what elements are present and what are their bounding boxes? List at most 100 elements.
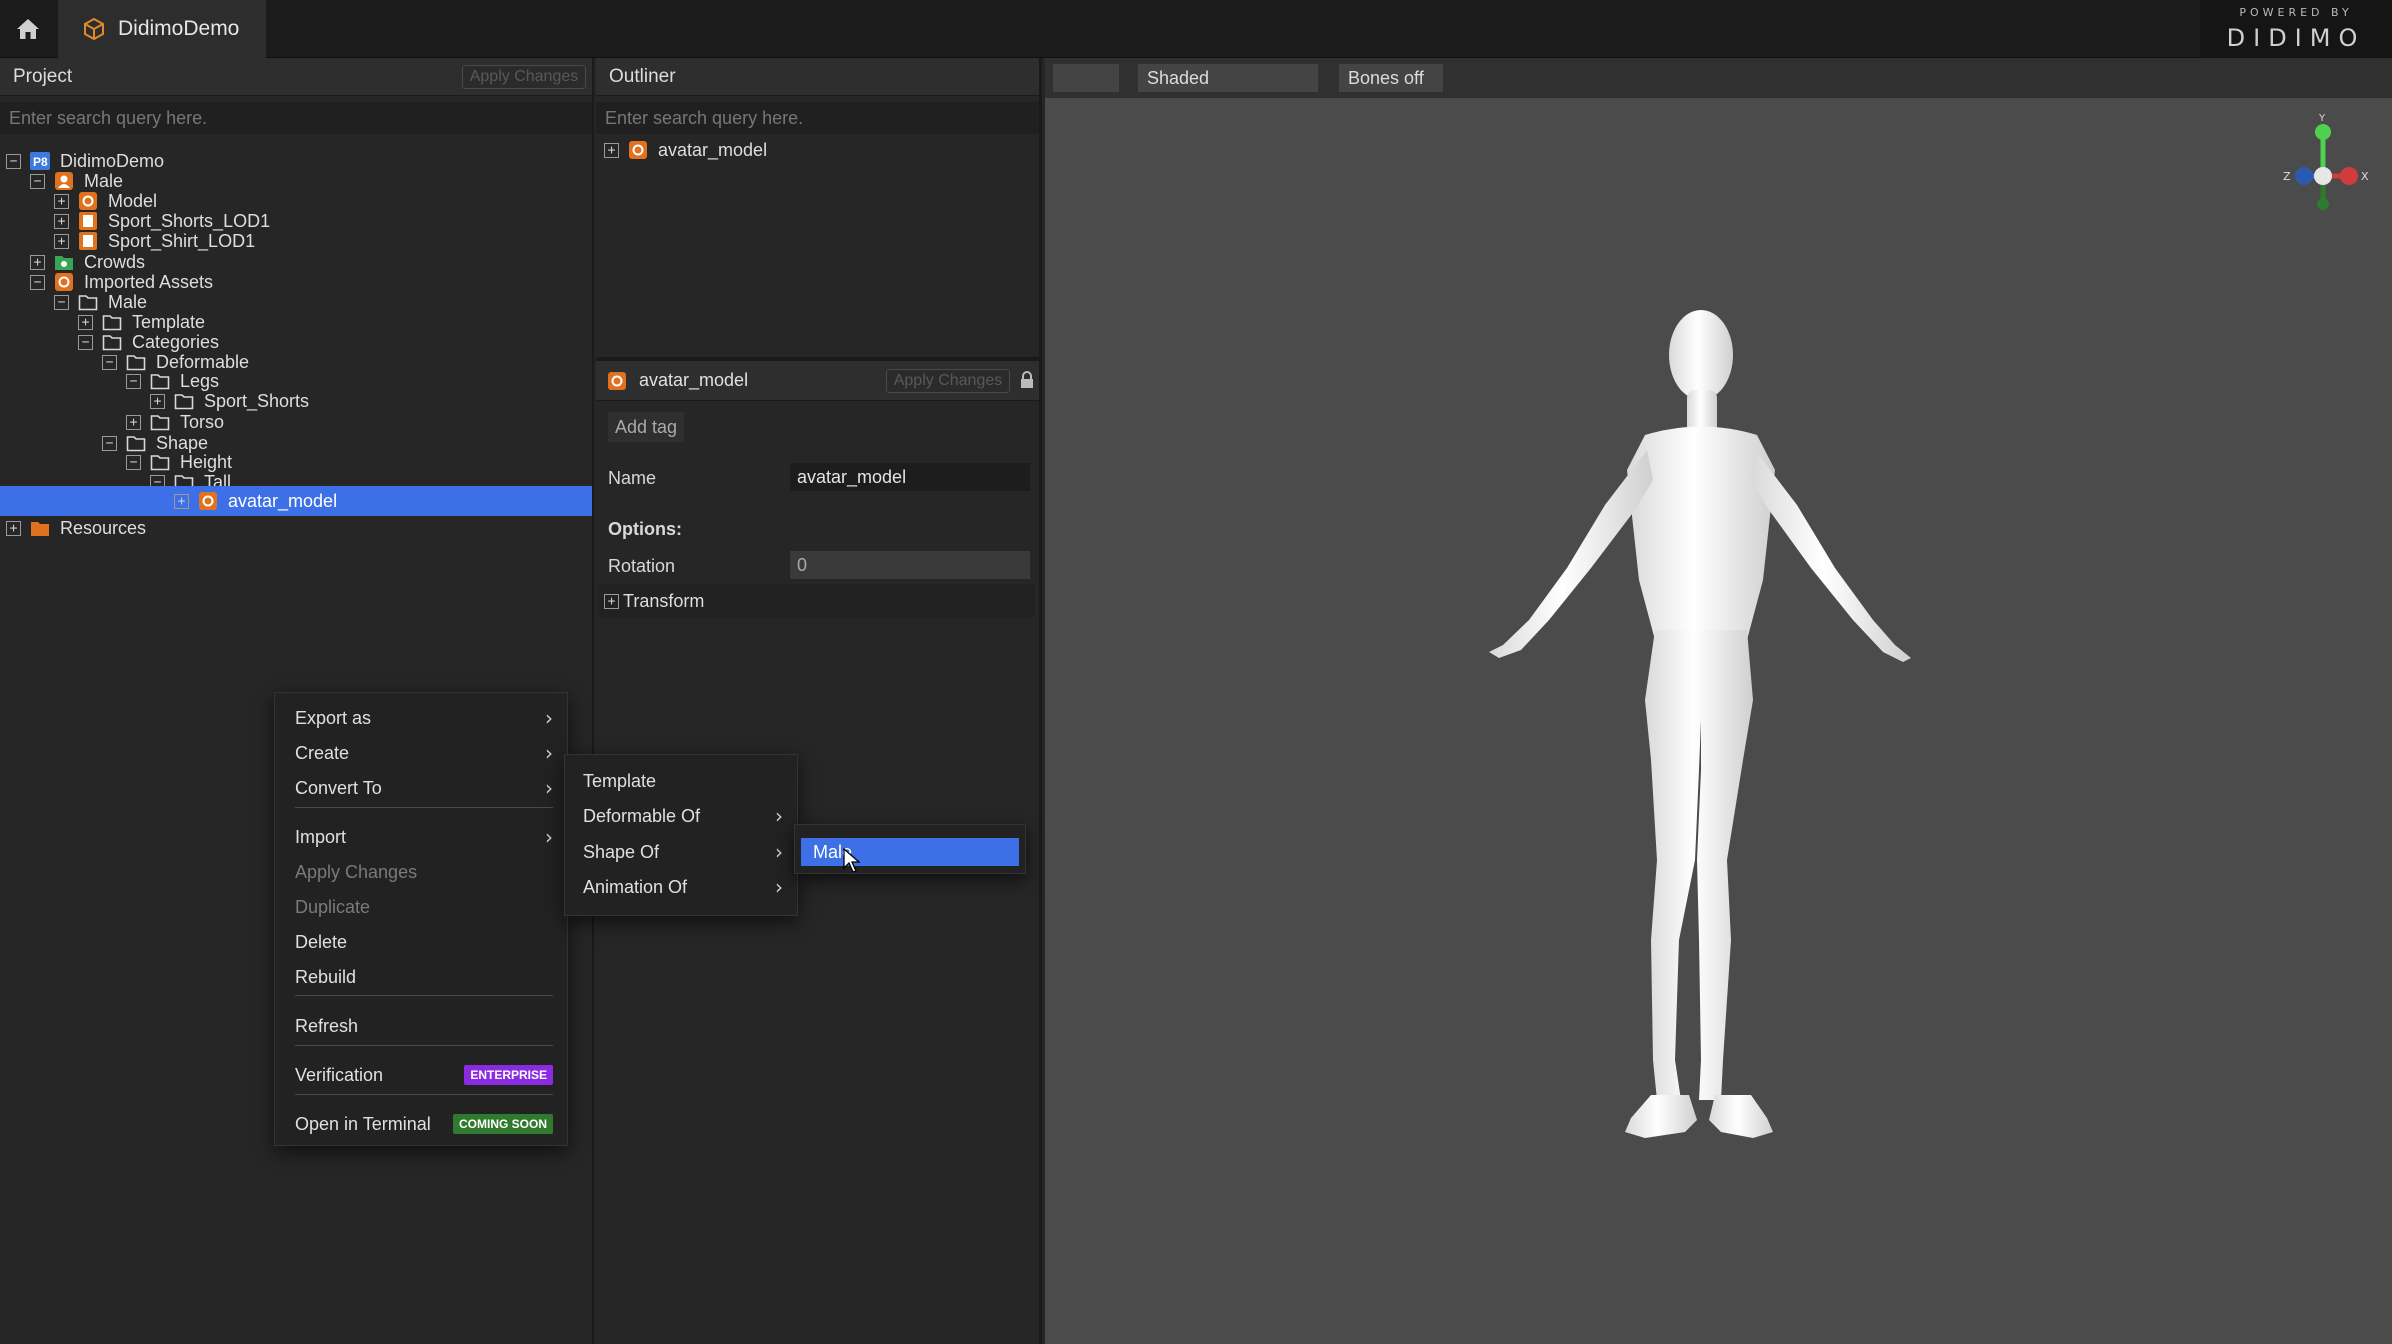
menu-item-apply-changes: Apply Changes [275,855,567,889]
submenu-item-animation-of[interactable]: Animation Of › [565,870,797,904]
outliner-title: Outliner [609,65,676,87]
menu-separator [295,1094,553,1095]
name-label: Name [608,468,657,488]
menu-item-duplicate: Duplicate [275,890,567,924]
status-badge: ENTERPRISE [464,1065,553,1085]
menu-item-refresh[interactable]: Refresh [275,1009,567,1043]
menu-item-label: Delete [295,931,348,952]
shape-of-submenu: Male [794,824,1026,874]
menu-item-open-in-terminal[interactable]: Open in Terminal COMING SOON [275,1107,567,1141]
project-title: Project [13,65,73,87]
menu-item-label: Export as [295,707,372,728]
menu-item-convert-to[interactable]: Convert To › [275,771,567,805]
gizmo-z-label: Z [2283,170,2291,183]
expand-toggle[interactable]: − [102,435,117,451]
name-field[interactable]: avatar_model [790,463,1030,491]
menu-item-label: Open in Terminal [295,1113,431,1134]
outliner-item[interactable]: + avatar_model [604,135,767,165]
gizmo-x-label: X [2361,170,2369,183]
tree-item-label: Resources [60,517,147,538]
rotation-label: Rotation [608,556,676,576]
powered-by-logo: POWERED BY DIDIMO [2200,0,2392,58]
submenu-item-template[interactable]: Template [565,764,797,798]
menu-item-label: Create [295,742,350,763]
menu-item-label: Duplicate [295,896,371,917]
mouse-cursor-icon [843,848,861,873]
properties-header: avatar_model Apply Changes [596,361,1039,401]
menu-item-label: Apply Changes [295,861,418,882]
convert-to-submenu: Template Deformable Of › Shape Of › Animation… [564,754,798,916]
options-label: Options: [608,519,682,539]
model-icon [628,140,648,160]
transform-section[interactable]: + Transform [598,584,1035,618]
menu-item-export-as[interactable]: Export as › [275,701,567,735]
expand-toggle[interactable]: − [30,274,45,290]
expand-toggle[interactable]: + [6,520,21,536]
context-menu: Export as › Create › Convert To › Import › Apply… [274,692,568,1146]
expand-toggle[interactable]: + [604,593,619,609]
menu-separator [295,807,553,808]
top-bar: DidimoDemo POWERED BY DIDIMO [0,0,2392,58]
expand-toggle[interactable]: − [6,153,21,169]
model-icon [607,371,627,391]
app-window: DidimoDemo POWERED BY DIDIMO Project App… [0,0,2392,1344]
expand-toggle[interactable]: + [604,142,619,158]
expand-toggle[interactable]: − [78,334,93,350]
menu-separator [295,995,553,996]
tree-item[interactable]: + avatar_model [0,486,592,516]
project-tab-label: DidimoDemo [118,17,240,40]
outliner-item-label: avatar_model [658,139,768,160]
chevron-right-icon: › [545,776,553,800]
menu-item-verification[interactable]: Verification ENTERPRISE [275,1058,567,1092]
menu-item-label: Import [295,826,347,847]
status-badge: COMING SOON [452,1114,553,1134]
bones-toggle[interactable]: Bones off [1339,64,1443,92]
menu-item-label: Convert To [295,777,382,798]
submenu-item-male[interactable]: Male [801,838,1019,866]
expand-toggle[interactable]: − [126,373,141,389]
lock-icon[interactable] [1020,370,1034,395]
chevron-right-icon: › [775,875,783,899]
project-search-input[interactable]: Enter search query here. [0,102,592,134]
chevron-right-icon: › [775,840,783,864]
shading-dropdown[interactable]: Shaded [1138,64,1318,92]
avatar-model-figure[interactable] [1475,300,1955,1200]
transform-label: Transform [623,590,705,611]
menu-item-delete[interactable]: Delete [275,925,567,959]
submenu-item-deformable-of[interactable]: Deformable Of › [565,799,797,833]
rotation-field[interactable]: 0 [790,551,1030,579]
menu-item-label: Template [583,770,657,791]
home-button[interactable] [0,0,56,58]
menu-item-label: Deformable Of [583,805,701,826]
model-icon [198,491,218,511]
home-icon [17,19,39,39]
3d-viewport[interactable]: Shaded Bones off Y X Z [1045,58,2392,1344]
expand-toggle[interactable]: − [30,173,45,189]
expand-toggle[interactable]: − [102,354,117,370]
viewport-toolbar: Shaded Bones off [1045,58,2392,98]
transform-row[interactable]: + Transform [604,586,704,616]
menu-item-label: Verification [295,1064,384,1085]
properties-apply-changes-button[interactable]: Apply Changes [886,369,1010,393]
tree-item-label: avatar_model [228,490,338,511]
expand-toggle[interactable]: − [126,454,141,470]
outliner-search-input[interactable]: Enter search query here. [596,102,1039,134]
didimo-logo: DIDIMO [2226,24,2366,52]
menu-item-import[interactable]: Import › [275,820,567,854]
camera-mode-dropdown[interactable] [1053,64,1119,92]
expand-toggle[interactable]: + [174,493,189,509]
menu-item-rebuild[interactable]: Rebuild [275,960,567,994]
outliner-panel: Outliner Enter search query here. + avat… [596,58,1042,1344]
menu-item-create[interactable]: Create › [275,736,567,770]
expand-toggle[interactable]: − [54,294,69,310]
chevron-right-icon: › [775,804,783,828]
properties-title: avatar_model [639,370,749,390]
orientation-gizmo[interactable]: Y X Z [2263,112,2383,242]
submenu-item-shape-of[interactable]: Shape Of › [565,835,797,869]
gizmo-y-label: Y [2318,113,2326,124]
add-tag-button[interactable]: Add tag [608,412,685,442]
tree-item[interactable]: + Resources [6,513,146,543]
project-tab[interactable]: DidimoDemo [58,0,266,58]
chevron-right-icon: › [545,706,553,730]
project-apply-changes-button[interactable]: Apply Changes [462,65,586,89]
